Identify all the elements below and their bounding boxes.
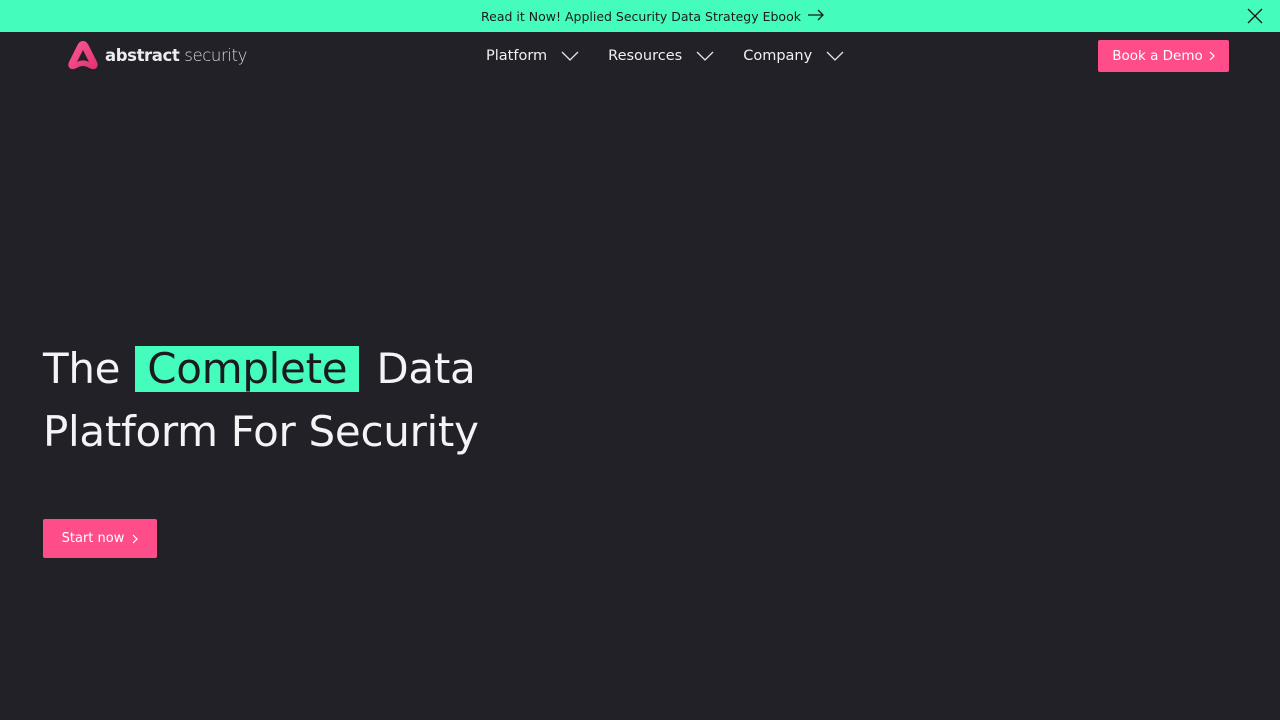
main-menu: Platform Resources Company (486, 32, 873, 80)
chevron-down-icon (696, 51, 714, 61)
nav-item-label: Resources (608, 48, 683, 64)
hero-section: The Complete Data Platform For Security (43, 337, 743, 463)
top-navigation: abstract security Platform Resources Com… (0, 32, 1280, 80)
nav-item-label: Company (743, 48, 813, 64)
book-demo-label: Book a Demo (1112, 48, 1203, 64)
brand-logo[interactable]: abstract security (66, 40, 247, 74)
start-now-button[interactable]: Start now (43, 519, 157, 558)
hero-title-start: The (43, 344, 121, 393)
close-icon[interactable] (1246, 7, 1264, 25)
brand-name-light: security (184, 46, 247, 65)
hero-title-highlight: Complete (135, 346, 360, 392)
chevron-right-icon (132, 534, 139, 543)
chevron-right-icon (1209, 51, 1215, 61)
brand-name-bold: abstract (105, 46, 180, 65)
hero-title-line2: Platform For Security (43, 407, 479, 456)
announcement-bar: Read it Now! Applied Security Data Strat… (0, 0, 1280, 32)
hero-title-end: Data (376, 344, 476, 393)
chevron-down-icon (561, 51, 579, 61)
announcement-link[interactable]: Read it Now! Applied Security Data Strat… (481, 9, 825, 24)
nav-item-company[interactable]: Company (743, 48, 844, 64)
brand-name: abstract security (105, 46, 247, 68)
nav-item-platform[interactable]: Platform (486, 48, 579, 64)
announcement-text: Read it Now! Applied Security Data Strat… (481, 8, 801, 24)
hero-title: The Complete Data Platform For Security (43, 337, 743, 463)
arrow-right-icon (807, 9, 825, 24)
book-demo-button[interactable]: Book a Demo (1098, 40, 1229, 72)
nav-item-label: Platform (486, 48, 548, 64)
chevron-down-icon (826, 51, 844, 61)
nav-item-resources[interactable]: Resources (608, 48, 714, 64)
abstract-logo-icon (66, 39, 100, 75)
start-now-label: Start now (61, 531, 125, 546)
